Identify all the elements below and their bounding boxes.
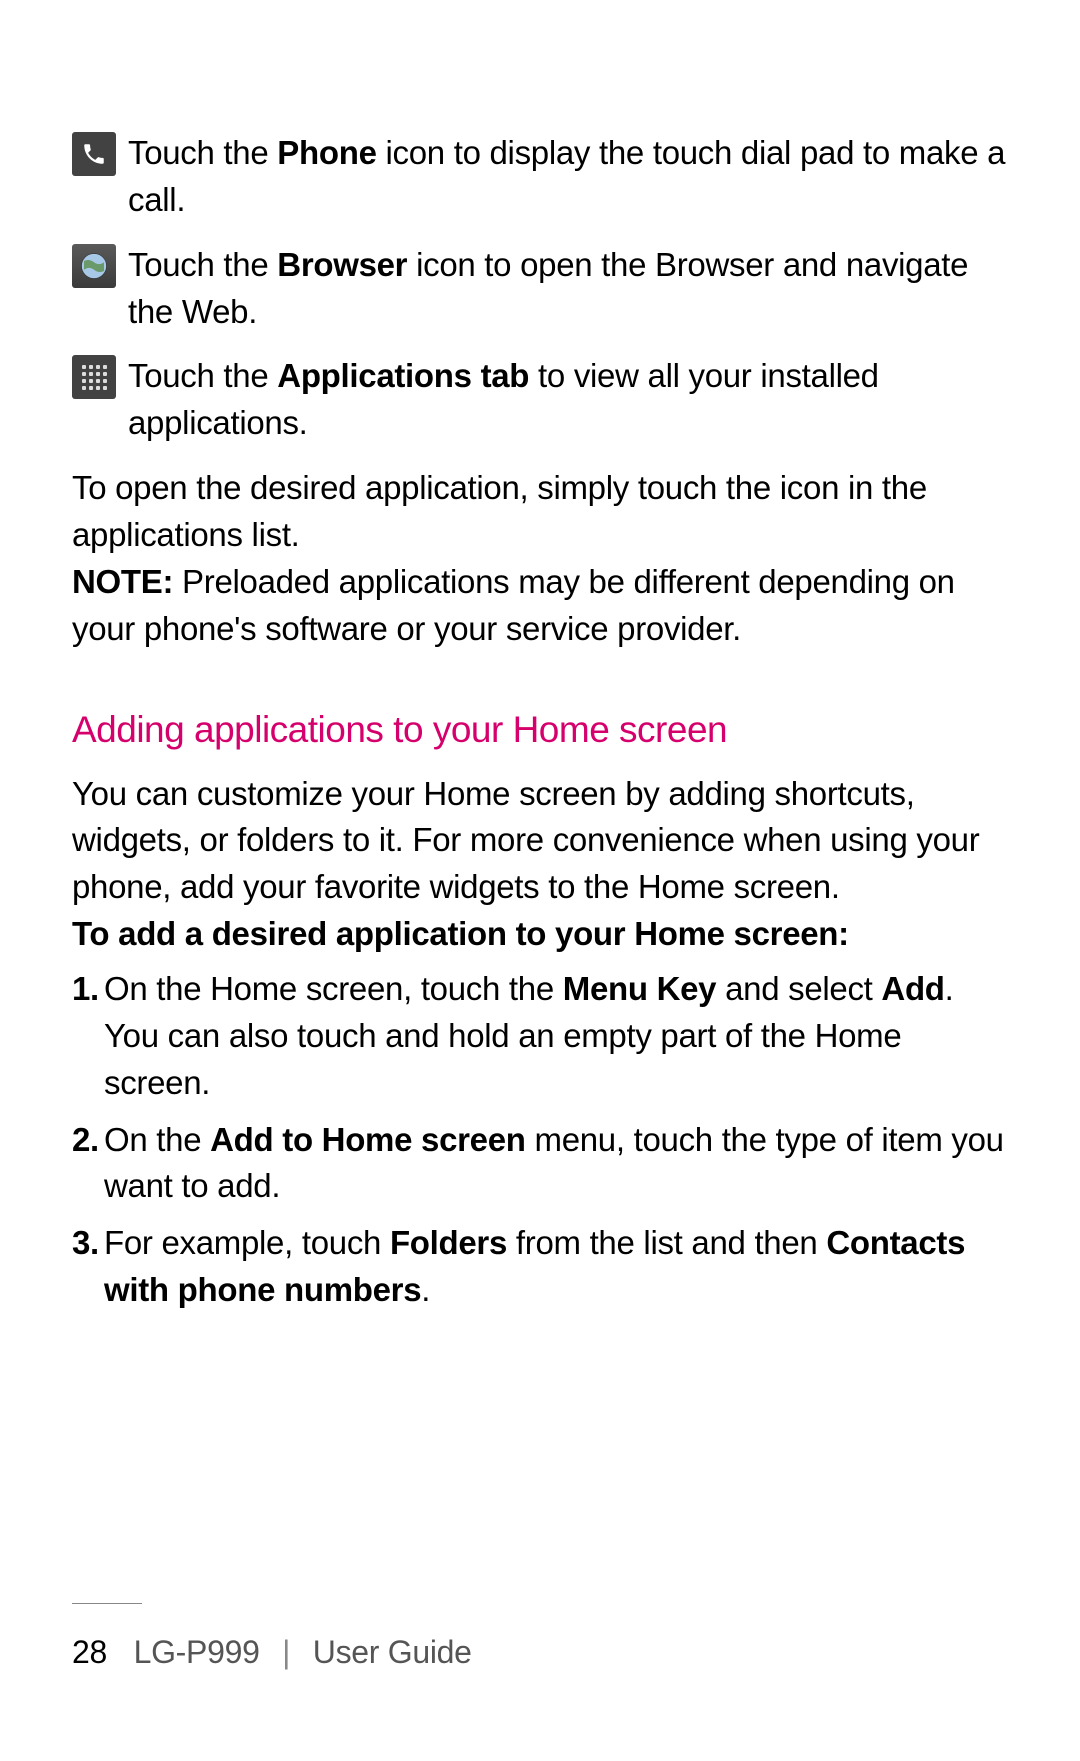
page-content: Touch the Phone icon to display the touc… bbox=[0, 0, 1080, 1314]
text-segment: Touch the bbox=[128, 357, 277, 394]
step-number: 3. bbox=[72, 1220, 102, 1267]
text-segment: For example, touch bbox=[104, 1224, 390, 1261]
icon-item-phone: Touch the Phone icon to display the touc… bbox=[72, 130, 1008, 224]
section-heading: Adding applications to your Home screen bbox=[72, 709, 1008, 751]
step-number: 2. bbox=[72, 1117, 102, 1164]
note-paragraph: NOTE: Preloaded applications may be diff… bbox=[72, 559, 1008, 653]
step-number: 1. bbox=[72, 966, 102, 1013]
footer-text: 28 LG-P999 | User Guide bbox=[72, 1634, 1008, 1671]
text-bold: Applications tab bbox=[277, 357, 529, 394]
model-name: LG-P999 bbox=[134, 1634, 260, 1670]
open-paragraph: To open the desired application, simply … bbox=[72, 465, 1008, 559]
text-segment: On the Home screen, touch the bbox=[104, 970, 563, 1007]
text-bold: Add to Home screen bbox=[210, 1121, 526, 1158]
icon-item-browser: Touch the Browser icon to open the Brows… bbox=[72, 242, 1008, 336]
apps-item-text: Touch the Applications tab to view all y… bbox=[128, 353, 1008, 447]
page-footer: 28 LG-P999 | User Guide bbox=[0, 1603, 1080, 1671]
subheading: To add a desired application to your Hom… bbox=[72, 911, 1008, 958]
apps-grid-icon bbox=[72, 355, 116, 399]
phone-item-text: Touch the Phone icon to display the touc… bbox=[128, 130, 1008, 224]
list-item: 1. On the Home screen, touch the Menu Ke… bbox=[72, 966, 1008, 1107]
text-bold: Add bbox=[881, 970, 944, 1007]
icon-item-apps: Touch the Applications tab to view all y… bbox=[72, 353, 1008, 447]
footer-separator: | bbox=[282, 1634, 290, 1670]
text-segment: from the list and then bbox=[507, 1224, 826, 1261]
browser-icon bbox=[72, 244, 116, 288]
text-segment: Touch the bbox=[128, 246, 277, 283]
list-item: 3. For example, touch Folders from the l… bbox=[72, 1220, 1008, 1314]
footer-divider bbox=[72, 1603, 142, 1604]
text-bold: Phone bbox=[277, 134, 376, 171]
text-bold: Menu Key bbox=[563, 970, 716, 1007]
note-text: Preloaded applications may be different … bbox=[72, 563, 955, 647]
text-segment: On the bbox=[104, 1121, 210, 1158]
customize-paragraph: You can customize your Home screen by ad… bbox=[72, 771, 1008, 912]
text-bold: Browser bbox=[277, 246, 407, 283]
text-segment: Touch the bbox=[128, 134, 277, 171]
guide-label: User Guide bbox=[313, 1634, 472, 1670]
text-bold: Folders bbox=[390, 1224, 507, 1261]
step-text: On the Add to Home screen menu, touch th… bbox=[104, 1117, 1008, 1211]
text-segment: and select bbox=[716, 970, 881, 1007]
browser-item-text: Touch the Browser icon to open the Brows… bbox=[128, 242, 1008, 336]
step-text: For example, touch Folders from the list… bbox=[104, 1220, 1008, 1314]
steps-list: 1. On the Home screen, touch the Menu Ke… bbox=[72, 966, 1008, 1314]
note-label: NOTE: bbox=[72, 563, 173, 600]
text-segment: . bbox=[421, 1271, 430, 1308]
page-number: 28 bbox=[72, 1634, 107, 1670]
phone-icon bbox=[72, 132, 116, 176]
step-text: On the Home screen, touch the Menu Key a… bbox=[104, 966, 1008, 1107]
list-item: 2. On the Add to Home screen menu, touch… bbox=[72, 1117, 1008, 1211]
